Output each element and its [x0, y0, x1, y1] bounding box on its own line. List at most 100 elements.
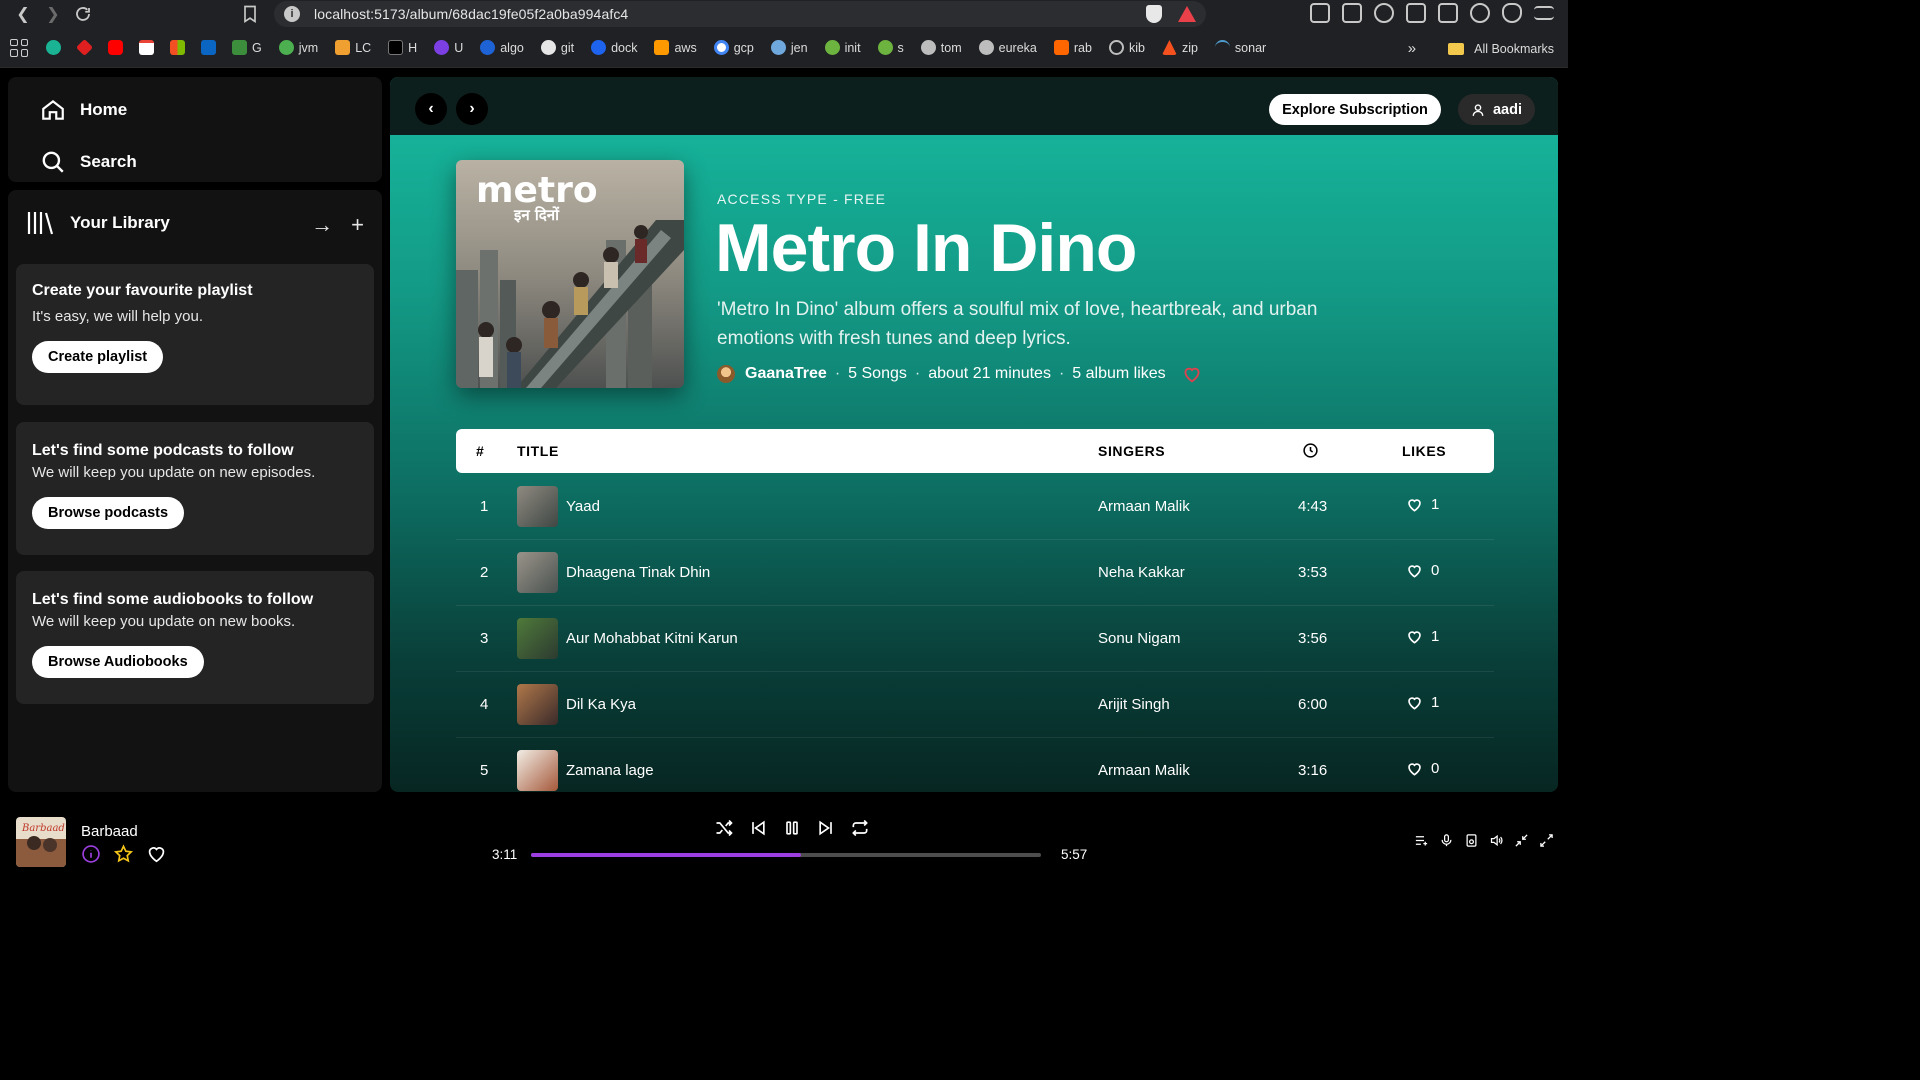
heart-icon[interactable]: [1406, 761, 1423, 776]
repeat-icon[interactable]: [850, 818, 870, 838]
bookmark-cb-icon[interactable]: [46, 40, 61, 55]
heart-icon[interactable]: [1406, 563, 1423, 578]
brave-shield-icon[interactable]: [1146, 5, 1162, 23]
library-header[interactable]: Your Library: [26, 210, 170, 236]
volume-icon[interactable]: [1489, 833, 1504, 848]
pause-icon[interactable]: [782, 818, 802, 838]
apps-grid-icon[interactable]: [10, 38, 28, 57]
song-row[interactable]: 4 Dil Ka Kya Arijit Singh 6:00 1: [456, 672, 1494, 738]
heart-icon[interactable]: [1406, 497, 1423, 512]
reload-icon[interactable]: [68, 1, 98, 27]
player-bar: Barbaad Barbaad 3:11 5:57: [0, 802, 1568, 882]
shuffle-icon[interactable]: [714, 818, 734, 838]
bookmark-git[interactable]: git: [540, 40, 574, 55]
bookmark-init[interactable]: init: [824, 40, 861, 55]
gmail-icon[interactable]: [139, 40, 154, 55]
microsoft-icon[interactable]: [170, 40, 185, 55]
add-icon[interactable]: +: [351, 212, 364, 238]
bookmark-jen[interactable]: jen: [770, 40, 808, 55]
bookmark-page-icon[interactable]: [240, 3, 262, 25]
all-bookmarks[interactable]: All Bookmarks: [1474, 42, 1554, 56]
song-row[interactable]: 5 Zamana lage Armaan Malik 3:16 0: [456, 738, 1494, 792]
bookmark-red-icon[interactable]: [76, 39, 93, 56]
bookmark-s[interactable]: s: [877, 40, 904, 55]
bookmark-algo[interactable]: algo: [480, 40, 524, 55]
back-arrow-icon[interactable]: ‹: [415, 93, 447, 125]
back-icon[interactable]: ❮: [8, 1, 38, 27]
artist-avatar: [717, 365, 735, 383]
bookmark-kib[interactable]: kib: [1108, 40, 1145, 55]
song-title[interactable]: Zamana lage: [566, 762, 654, 779]
nav-home[interactable]: Home: [40, 97, 127, 123]
star-icon[interactable]: [113, 844, 134, 864]
gfg-icon: [232, 40, 247, 55]
media-icon[interactable]: [1374, 3, 1394, 23]
bookmark-zip[interactable]: zip: [1161, 40, 1198, 55]
nav-search[interactable]: Search: [40, 149, 137, 175]
bookmark-gcp[interactable]: gcp: [713, 40, 754, 55]
bookmark-jvm[interactable]: jvm: [278, 40, 318, 55]
extensions-icon[interactable]: [1310, 3, 1330, 23]
bookmark-eureka[interactable]: eureka: [978, 40, 1037, 55]
fullscreen-icon[interactable]: [1539, 833, 1554, 848]
screenshot-icon[interactable]: [1342, 3, 1362, 23]
sidebar-toggle-icon[interactable]: [1406, 3, 1426, 23]
now-playing-title[interactable]: Barbaad: [81, 823, 138, 840]
song-row[interactable]: 3 Aur Mohabbat Kitni Karun Sonu Nigam 3:…: [456, 606, 1494, 672]
heart-icon[interactable]: [1406, 695, 1423, 710]
user-button[interactable]: aadi: [1458, 94, 1535, 125]
total-time: 5:57: [1061, 847, 1088, 862]
bookmark-aws[interactable]: aws: [654, 40, 697, 55]
album-duration: about 21 minutes: [928, 365, 1051, 382]
next-icon[interactable]: [816, 818, 836, 838]
minimize-icon[interactable]: [1514, 833, 1529, 848]
site-info-icon[interactable]: i: [284, 6, 300, 22]
bookmark-h[interactable]: H: [388, 40, 417, 55]
forward-icon[interactable]: ❯: [38, 1, 68, 27]
device-icon[interactable]: [1464, 833, 1479, 848]
library-panel: Your Library → + Create your favourite p…: [8, 190, 382, 792]
bookmark-sonar[interactable]: sonar: [1214, 40, 1266, 55]
song-title[interactable]: Dhaagena Tinak Dhin: [566, 564, 710, 581]
song-title[interactable]: Aur Mohabbat Kitni Karun: [566, 630, 738, 647]
bookmark-lc[interactable]: LC: [335, 40, 371, 55]
bookmark-dock[interactable]: dock: [591, 40, 637, 55]
user-name: aadi: [1492, 101, 1522, 118]
browse-audiobooks-button[interactable]: Browse Audiobooks: [32, 646, 204, 678]
song-row[interactable]: 1 Yaad Armaan Malik 4:43 1: [456, 474, 1494, 540]
vpn-icon[interactable]: [1502, 3, 1522, 23]
artist-name[interactable]: GaanaTree: [745, 365, 827, 383]
progress-bar[interactable]: [531, 853, 1041, 857]
more-bookmarks-icon[interactable]: »: [1408, 40, 1416, 57]
forward-arrow-icon[interactable]: ›: [456, 93, 488, 125]
expand-arrow-icon[interactable]: →: [311, 212, 333, 238]
youtube-icon[interactable]: [108, 40, 123, 55]
address-bar[interactable]: i localhost:5173/album/68dac19fe05f2a0ba…: [274, 1, 1206, 27]
heart-icon[interactable]: [1406, 629, 1423, 644]
browse-podcasts-button[interactable]: Browse podcasts: [32, 497, 185, 529]
song-row[interactable]: 2 Dhaagena Tinak Dhin Neha Kakkar 3:53 0: [456, 540, 1494, 606]
bookmark-g[interactable]: G: [232, 40, 262, 55]
heart-icon[interactable]: [146, 844, 167, 863]
extension-icons: [1310, 3, 1554, 23]
bookmark-u[interactable]: U: [434, 40, 463, 55]
microphone-icon[interactable]: [1439, 833, 1454, 848]
wallet-icon[interactable]: [1438, 3, 1458, 23]
song-thumbnail: [517, 486, 558, 527]
menu-icon[interactable]: [1534, 6, 1554, 20]
album-cover: metro इन दिनों: [456, 160, 684, 388]
queue-icon[interactable]: [1414, 833, 1429, 848]
info-icon[interactable]: [81, 844, 101, 864]
like-album-heart-icon[interactable]: [1182, 365, 1202, 383]
bookmark-rab[interactable]: rab: [1053, 40, 1092, 55]
create-playlist-button[interactable]: Create playlist: [32, 341, 164, 373]
linkedin-icon[interactable]: [201, 40, 216, 55]
explore-subscription-button[interactable]: Explore Subscription: [1269, 94, 1441, 125]
brave-rewards-icon[interactable]: [1178, 6, 1196, 22]
leo-ai-icon[interactable]: [1470, 3, 1490, 23]
song-title[interactable]: Yaad: [566, 498, 600, 515]
song-title[interactable]: Dil Ka Kya: [566, 696, 636, 713]
bookmark-tom[interactable]: tom: [920, 40, 962, 55]
previous-icon[interactable]: [748, 818, 768, 838]
nav-panel: Home Search: [8, 77, 382, 182]
